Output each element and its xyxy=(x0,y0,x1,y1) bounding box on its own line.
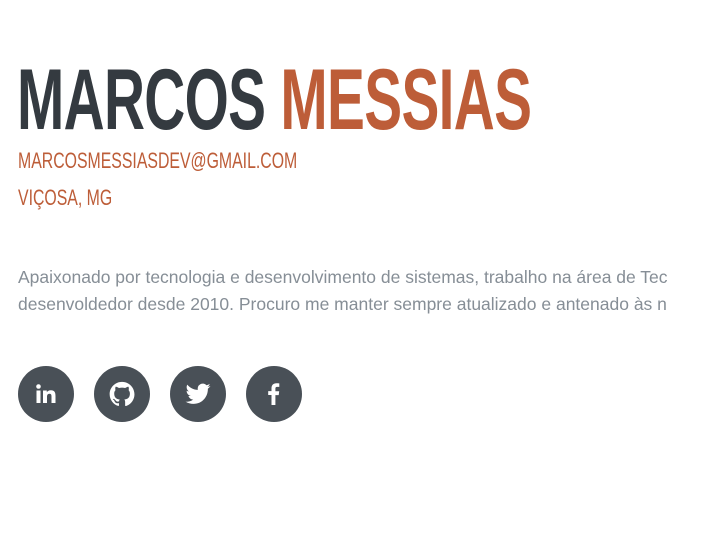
social-icons xyxy=(18,366,302,422)
facebook-button[interactable] xyxy=(246,366,302,422)
about-line: Apaixonado por tecnologia e desenvolvime… xyxy=(18,267,668,287)
linkedin-icon xyxy=(34,382,58,406)
about-paragraph: Apaixonado por tecnologia e desenvolvime… xyxy=(18,264,720,318)
page-title: MARCOS MESSIAS xyxy=(17,52,532,148)
github-icon xyxy=(109,381,135,407)
linkedin-button[interactable] xyxy=(18,366,74,422)
twitter-icon xyxy=(185,381,211,407)
twitter-button[interactable] xyxy=(170,366,226,422)
last-name: MESSIAS xyxy=(280,52,532,148)
about-section: MARCOS MESSIAS MARCOSMESSIASDEV@GMAIL.CO… xyxy=(0,0,720,540)
about-line: desenvoldedor desde 2010. Procuro me man… xyxy=(18,294,667,314)
first-name: MARCOS xyxy=(17,52,266,148)
github-button[interactable] xyxy=(94,366,150,422)
location-text: VIÇOSA, MG xyxy=(18,185,113,210)
email-link[interactable]: MARCOSMESSIASDEV@GMAIL.COM xyxy=(18,148,297,174)
facebook-icon xyxy=(262,382,286,406)
